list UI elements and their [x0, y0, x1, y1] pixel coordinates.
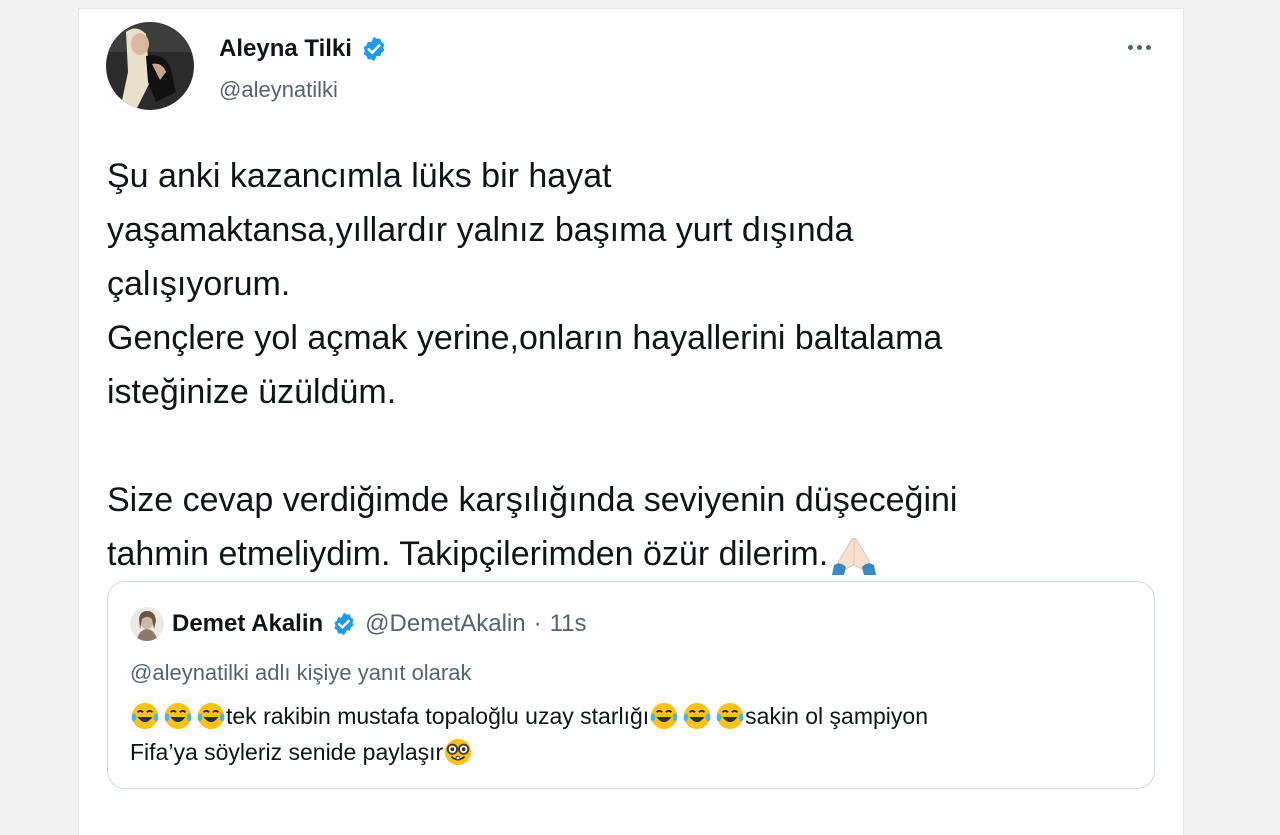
quoted-text-part: tek rakibin mustafa topaloğlu uzay starl… [226, 703, 650, 729]
reply-context: @aleynatilki adlı kişiye yanıt olarak [130, 660, 472, 685]
quoted-author-avatar[interactable] [130, 607, 164, 641]
verified-badge-icon [363, 36, 385, 62]
tweet-card: Aleyna Tilki @aleynatilki Şu anki kazanc… [78, 8, 1184, 835]
nerd-face-emoji [445, 738, 472, 766]
author-avatar[interactable] [106, 22, 194, 110]
quoted-timestamp[interactable]: 11s [550, 610, 587, 638]
tweet-line: Şu anki kazancımla lüks bir hayat [107, 157, 612, 195]
face-with-tears-of-joy-emoji [683, 702, 711, 730]
quoted-header: Demet Akalin @DemetAkalin · 11s [130, 606, 587, 642]
tweet-line: Gençlere yol açmak yerine,onların hayall… [107, 319, 943, 357]
more-dot [1145, 44, 1151, 50]
face-with-tears-of-joy-emoji [650, 702, 678, 730]
more-dot [1127, 44, 1133, 50]
tweet-line: yaşamaktansa,yıllardır yalnız başıma yur… [107, 211, 854, 249]
quoted-author-name[interactable]: Demet Akalin [172, 610, 323, 638]
face-with-tears-of-joy-emoji [197, 702, 225, 730]
tweet-text: Şu anki kazancımla lüks bir hayat yaşama… [107, 149, 1167, 581]
verified-badge-icon [334, 612, 354, 636]
tweet-line: isteğinize üzüldüm. [107, 373, 397, 411]
tweet-last-line: tahmin etmeliydim. Takipçilerimden özür … [107, 527, 1167, 581]
quoted-author-handle[interactable]: @DemetAkalin [365, 610, 525, 638]
more-dot [1136, 44, 1142, 50]
tweet-line: çalışıyorum. [107, 265, 291, 303]
quoted-text: tek rakibin mustafa topaloğlu uzay starl… [130, 698, 1140, 770]
folded-hands-emoji [832, 537, 877, 575]
author-name[interactable]: Aleyna Tilki [219, 35, 352, 63]
tweet-line: Size cevap verdiğimde karşılığında seviy… [107, 481, 958, 519]
tweet-line: tahmin etmeliydim. Takipçilerimden özür … [107, 535, 829, 573]
quoted-line-2: Fifa’ya söyleriz senide paylaşır [130, 734, 1140, 770]
face-with-tears-of-joy-emoji [131, 702, 159, 730]
separator-dot: · [533, 610, 542, 637]
quoted-line-1: tek rakibin mustafa topaloğlu uzay starl… [130, 698, 1140, 734]
quoted-text-part: Fifa’ya söyleriz senide paylaşır [130, 739, 444, 765]
more-options-icon[interactable] [1119, 35, 1159, 59]
author-handle[interactable]: @aleynatilki [219, 77, 338, 103]
quoted-text-part: sakin ol şampiyon [745, 703, 928, 729]
face-with-tears-of-joy-emoji [164, 702, 192, 730]
face-with-tears-of-joy-emoji [716, 702, 744, 730]
quoted-tweet[interactable]: Demet Akalin @DemetAkalin · 11s @aleynat… [107, 581, 1155, 789]
author-name-row[interactable]: Aleyna Tilki [219, 35, 388, 63]
